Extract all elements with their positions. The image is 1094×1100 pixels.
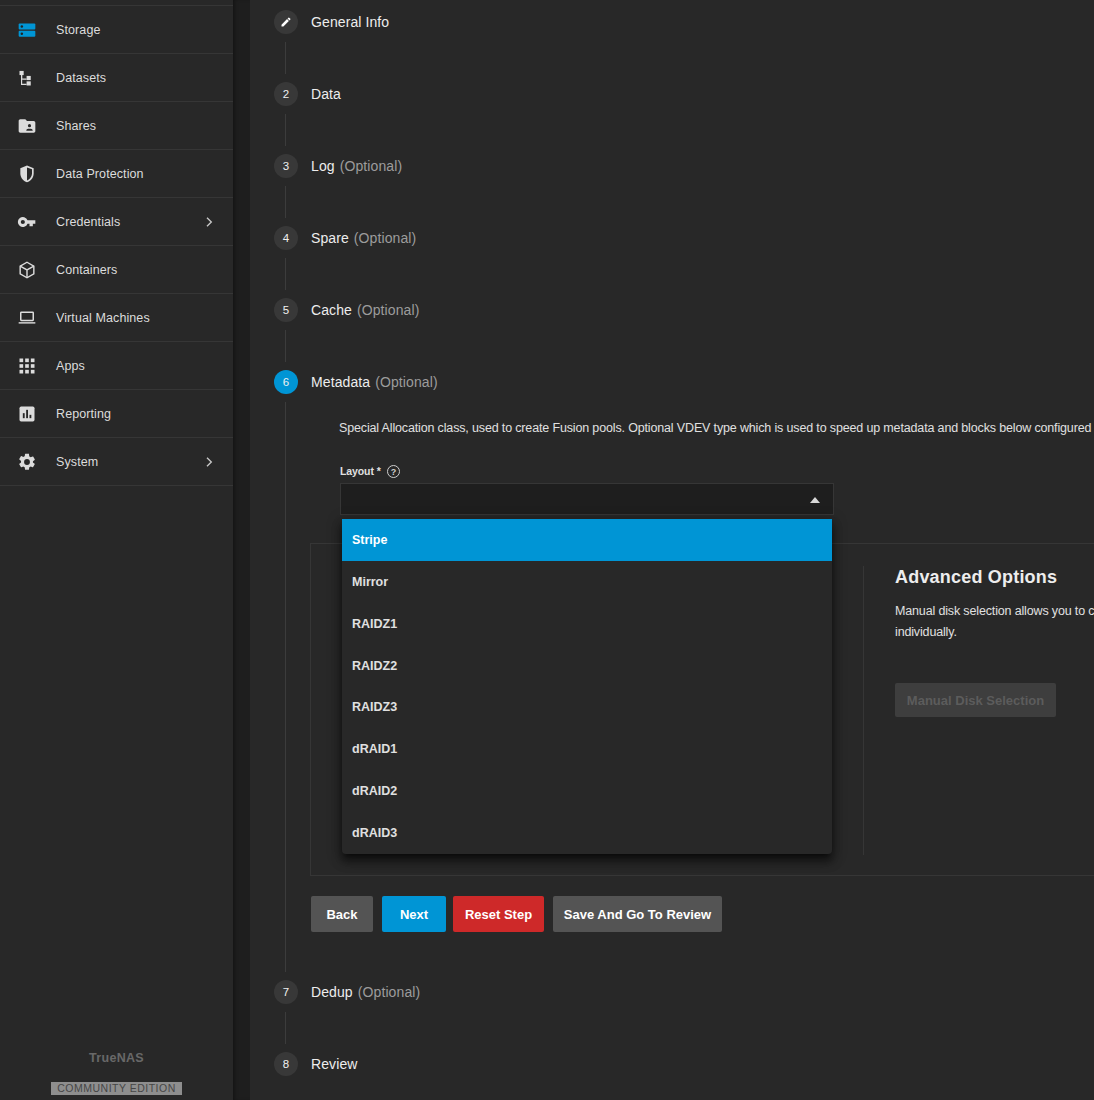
- step-label-text: Spare: [311, 230, 349, 246]
- step-optional-text: (Optional): [358, 984, 420, 1000]
- step-connector: [285, 42, 286, 74]
- sidebar-item-label: Datasets: [56, 71, 106, 85]
- sidebar-item-storage[interactable]: Storage: [0, 6, 233, 54]
- step-label-dedup[interactable]: Dedup (Optional): [311, 981, 420, 1003]
- sidebar-item-system[interactable]: System: [0, 438, 233, 486]
- sidebar-item-label: Credentials: [56, 215, 120, 229]
- step-circle-cache[interactable]: 5: [274, 298, 298, 322]
- step-label-general-info[interactable]: General Info: [311, 11, 389, 33]
- apps-icon: [16, 355, 38, 377]
- layout-option-draid1[interactable]: dRAID1: [342, 728, 832, 770]
- step-connector: [285, 258, 286, 290]
- sidebar-item-apps[interactable]: Apps: [0, 342, 233, 390]
- virtual-machines-icon: [16, 307, 38, 329]
- step-label-text: Data: [311, 86, 341, 102]
- system-icon: [16, 451, 38, 473]
- chevron-right-icon: [201, 214, 217, 230]
- layout-select[interactable]: [340, 483, 834, 515]
- step-circle-review[interactable]: 8: [274, 1052, 298, 1076]
- data-protection-icon: [16, 163, 38, 185]
- sidebar-item-credentials[interactable]: Credentials: [0, 198, 233, 246]
- truenas-brand: TrueNAS: [0, 1051, 233, 1065]
- storage-icon: [16, 19, 38, 41]
- reporting-icon: [16, 403, 38, 425]
- layout-option-raidz1[interactable]: RAIDZ1: [342, 603, 832, 645]
- select-arrow-icon: [810, 497, 820, 503]
- step-label-metadata[interactable]: Metadata (Optional): [311, 371, 438, 393]
- sidebar-item-label: Shares: [56, 119, 96, 133]
- step-circle-spare[interactable]: 4: [274, 226, 298, 250]
- layout-options-dropdown: StripeMirrorRAIDZ1RAIDZ2RAIDZ3dRAID1dRAI…: [342, 519, 832, 854]
- step-circle-data[interactable]: 2: [274, 82, 298, 106]
- pencil-icon: [280, 16, 292, 28]
- step-label-data[interactable]: Data: [311, 83, 341, 105]
- layout-field-label: Layout *: [340, 465, 381, 477]
- step-connector: [285, 1012, 286, 1044]
- step-optional-text: (Optional): [340, 158, 402, 174]
- layout-option-draid3[interactable]: dRAID3: [342, 812, 832, 854]
- step-label-text: Review: [311, 1056, 358, 1072]
- credentials-icon: [16, 211, 38, 233]
- step-label-text: General Info: [311, 14, 389, 30]
- step-label-review[interactable]: Review: [311, 1053, 358, 1075]
- metadata-description: Special Allocation class, used to create…: [339, 421, 1094, 435]
- sidebar-item-label: Containers: [56, 263, 117, 277]
- reset-step-button[interactable]: Reset Step: [453, 896, 544, 932]
- sidebar-item-datasets[interactable]: Datasets: [0, 54, 233, 102]
- card-divider: [863, 566, 864, 855]
- step-circle-dedup[interactable]: 7: [274, 980, 298, 1004]
- step-label-text: Cache: [311, 302, 352, 318]
- sidebar-item-label: Apps: [56, 359, 85, 373]
- containers-icon: [16, 259, 38, 281]
- step-circle-log[interactable]: 3: [274, 154, 298, 178]
- advanced-options-desc-line2: individually.: [895, 625, 957, 639]
- edition-badge: COMMUNITY EDITION: [51, 1082, 182, 1095]
- sidebar-nav: Storage Datasets Shares Data Protection Cred…: [0, 5, 233, 486]
- sidebar-item-label: Data Protection: [56, 167, 144, 181]
- advanced-options-desc-line1: Manual disk selection allows you to crea…: [895, 604, 1094, 618]
- layout-option-draid2[interactable]: dRAID2: [342, 770, 832, 812]
- step-optional-text: (Optional): [354, 230, 416, 246]
- step-label-log[interactable]: Log (Optional): [311, 155, 402, 177]
- sidebar-item-label: Storage: [56, 23, 100, 37]
- back-button[interactable]: Back: [311, 896, 373, 932]
- step-connector: [285, 114, 286, 146]
- manual-disk-selection-button[interactable]: Manual Disk Selection: [895, 683, 1056, 717]
- shares-icon: [16, 115, 38, 137]
- step-connector: [285, 186, 286, 218]
- layout-option-raidz2[interactable]: RAIDZ2: [342, 645, 832, 687]
- step-label-cache[interactable]: Cache (Optional): [311, 299, 419, 321]
- save-review-button[interactable]: Save And Go To Review: [553, 896, 722, 932]
- sidebar-item-reporting[interactable]: Reporting: [0, 390, 233, 438]
- sidebar-item-label: Reporting: [56, 407, 111, 421]
- step-optional-text: (Optional): [357, 302, 419, 318]
- step-label-text: Dedup: [311, 984, 353, 1000]
- edition-badge-wrap: COMMUNITY EDITION: [0, 1082, 233, 1095]
- step-label-text: Metadata: [311, 374, 370, 390]
- step-circle-general-info[interactable]: [274, 10, 298, 34]
- layout-option-raidz3[interactable]: RAIDZ3: [342, 687, 832, 729]
- sidebar-content-gutter: [233, 0, 250, 1100]
- step-label-text: Log: [311, 158, 335, 174]
- sidebar-item-data-protection[interactable]: Data Protection: [0, 150, 233, 198]
- sidebar-item-label: System: [56, 455, 98, 469]
- datasets-icon: [16, 67, 38, 89]
- step-label-spare[interactable]: Spare (Optional): [311, 227, 416, 249]
- layout-option-stripe[interactable]: Stripe: [342, 519, 832, 561]
- sidebar-item-containers[interactable]: Containers: [0, 246, 233, 294]
- layout-option-mirror[interactable]: Mirror: [342, 561, 832, 603]
- sidebar-item-virtual-machines[interactable]: Virtual Machines: [0, 294, 233, 342]
- wizard-buttons: Back Next Reset Step Save And Go To Revi…: [311, 896, 722, 932]
- step-connector: [285, 330, 286, 362]
- step-optional-text: (Optional): [375, 374, 437, 390]
- advanced-options-title: Advanced Options: [895, 567, 1057, 588]
- next-button[interactable]: Next: [382, 896, 446, 932]
- layout-help-icon[interactable]: ?: [387, 465, 400, 478]
- sidebar: Storage Datasets Shares Data Protection Cred…: [0, 0, 233, 1100]
- step-connector: [285, 402, 286, 972]
- sidebar-item-label: Virtual Machines: [56, 311, 150, 325]
- step-circle-metadata[interactable]: 6: [274, 370, 298, 394]
- chevron-right-icon: [201, 454, 217, 470]
- sidebar-item-shares[interactable]: Shares: [0, 102, 233, 150]
